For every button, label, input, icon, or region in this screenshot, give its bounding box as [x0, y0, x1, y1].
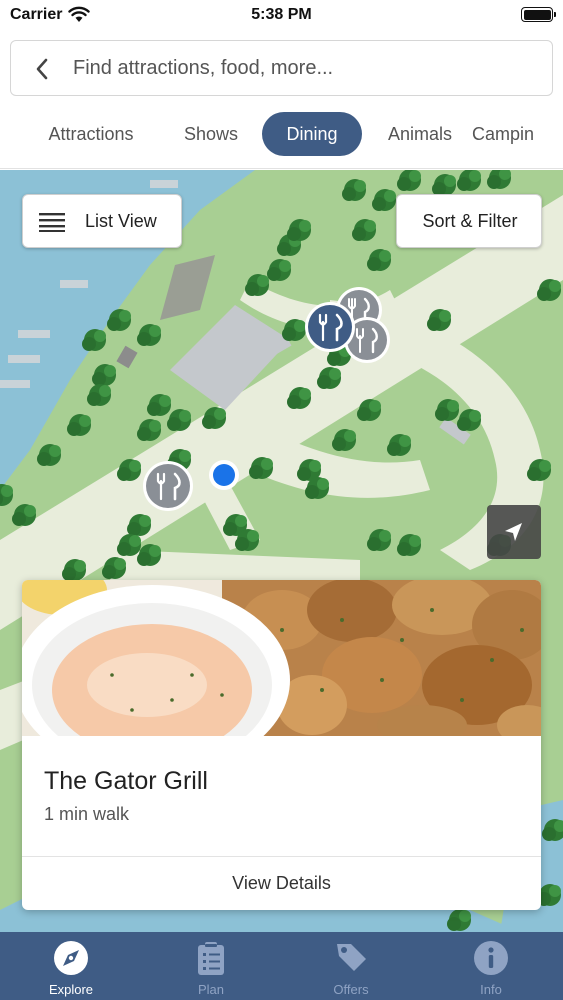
dining-pin[interactable] — [143, 461, 193, 511]
list-view-label: List View — [85, 211, 157, 231]
search-bar[interactable]: Find attractions, food, more... — [10, 40, 553, 96]
search-input[interactable]: Find attractions, food, more... — [73, 57, 333, 80]
tab-plan[interactable]: Plan — [141, 932, 281, 1000]
list-view-button[interactable]: List View — [22, 194, 182, 248]
walk-time: 1 min walk — [44, 804, 130, 824]
tab-animals[interactable]: Animals — [374, 112, 466, 156]
tag-icon — [337, 944, 366, 971]
locate-me-button[interactable] — [487, 505, 541, 559]
sort-filter-button[interactable]: Sort & Filter — [396, 194, 542, 248]
restaurant-card[interactable]: The Gator Grill 1 min walk View Details — [22, 580, 541, 910]
park-map[interactable]: List View Sort & Filter The Gator Grill … — [0, 170, 563, 932]
tab-explore-label: Explore — [48, 982, 94, 997]
tab-plan-label: Plan — [197, 982, 225, 997]
tab-offers-label: Offers — [333, 982, 369, 997]
sort-filter-label: Sort & Filter — [422, 211, 518, 231]
tab-shows[interactable]: Shows — [172, 112, 250, 156]
bottom-tab-bar: Explore Plan Offers Info — [0, 932, 563, 1000]
dining-pin-selected[interactable] — [305, 302, 355, 352]
category-tabs: Attractions Shows Dining Animals Campin — [0, 108, 563, 164]
status-bar: Carrier 5:38 PM — [0, 0, 563, 32]
tab-offers[interactable]: Offers — [281, 932, 421, 1000]
list-icon — [39, 213, 65, 232]
user-location-dot — [209, 460, 239, 490]
tab-info-label: Info — [480, 982, 502, 997]
navigation-arrow-icon — [505, 523, 522, 541]
clock: 5:38 PM — [251, 6, 312, 23]
restaurant-photo — [22, 580, 541, 736]
info-icon — [474, 941, 508, 975]
tab-info[interactable]: Info — [421, 932, 561, 1000]
tab-dining[interactable]: Dining — [262, 112, 362, 156]
clipboard-icon — [198, 942, 224, 975]
battery-icon — [521, 7, 556, 22]
tab-camping[interactable]: Campin — [472, 112, 563, 156]
tab-attractions[interactable]: Attractions — [22, 112, 160, 156]
back-chevron-icon[interactable] — [31, 57, 55, 81]
restaurant-title: The Gator Grill — [44, 767, 208, 795]
compass-icon — [54, 941, 88, 975]
view-details-button[interactable]: View Details — [22, 857, 541, 910]
tabs-divider — [0, 168, 563, 169]
tab-explore[interactable]: Explore — [1, 932, 141, 1000]
